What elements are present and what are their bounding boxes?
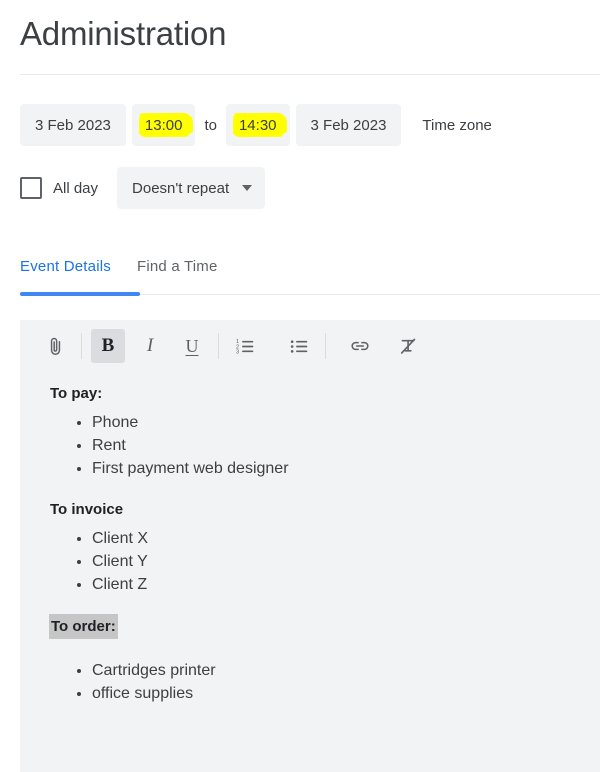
- formatting-toolbar: B I U 1 2 3: [20, 320, 600, 372]
- description-content[interactable]: To pay: Phone Rent First payment web des…: [20, 372, 600, 705]
- all-day-label[interactable]: All day: [53, 180, 98, 197]
- note-heading-to-pay: To pay:: [50, 385, 103, 402]
- toolbar-divider-2: [218, 333, 219, 359]
- underline-glyph: U: [185, 335, 199, 356]
- schedule-row: 3 Feb 2023 13:00 to 14:30 3 Feb 2023 Tim…: [20, 104, 492, 146]
- tab-event-details[interactable]: Event Details: [20, 258, 111, 291]
- time-zone-button[interactable]: Time zone: [422, 117, 491, 134]
- bold-icon[interactable]: B: [91, 329, 125, 363]
- recurrence-value: Doesn't repeat: [132, 179, 230, 197]
- list-item: office supplies: [92, 682, 578, 705]
- all-day-checkbox[interactable]: [20, 177, 42, 199]
- toolbar-divider-3: [325, 333, 326, 359]
- note-list-to-order: Cartridges printer office supplies: [42, 659, 578, 705]
- link-icon[interactable]: [343, 329, 377, 363]
- start-time-field[interactable]: 13:00: [131, 104, 196, 146]
- page-title: Administration: [20, 15, 227, 52]
- list-item: Cartridges printer: [92, 659, 578, 682]
- tab-active-indicator: [20, 292, 140, 296]
- svg-text:3: 3: [236, 349, 239, 355]
- attach-icon[interactable]: [38, 329, 72, 363]
- chevron-down-icon: [242, 185, 253, 191]
- list-item: First payment web designer: [92, 457, 578, 480]
- note-list-to-invoice: Client X Client Y Client Z: [42, 527, 578, 596]
- end-date-field[interactable]: 3 Feb 2023: [295, 104, 402, 146]
- start-date-value: 3 Feb 2023: [35, 116, 111, 134]
- end-time-field[interactable]: 14:30: [225, 104, 290, 146]
- list-item: Client X: [92, 527, 578, 550]
- recurrence-select[interactable]: Doesn't repeat: [117, 167, 266, 209]
- list-item: Phone: [92, 411, 578, 434]
- end-time-value: 14:30: [238, 116, 277, 134]
- bulleted-list-icon[interactable]: [282, 329, 316, 363]
- list-item: Client Y: [92, 550, 578, 573]
- start-date-field[interactable]: 3 Feb 2023: [20, 104, 126, 146]
- note-heading-to-invoice: To invoice: [50, 501, 124, 518]
- clear-formatting-icon[interactable]: [391, 329, 425, 363]
- tab-find-a-time[interactable]: Find a Time: [137, 258, 218, 291]
- underline-icon[interactable]: U: [175, 329, 209, 363]
- event-options-row: All day Doesn't repeat: [20, 166, 266, 210]
- title-divider: [20, 74, 600, 75]
- start-time-highlight: 13:00: [142, 116, 186, 135]
- note-heading-to-order: To order:: [49, 614, 118, 639]
- time-range-separator: to: [204, 116, 217, 134]
- description-editor[interactable]: B I U 1 2 3 To pay: • Phone • Rent • Fir…: [20, 320, 600, 772]
- end-time-highlight: 14:30: [236, 116, 280, 135]
- start-time-value: 13:00: [144, 116, 183, 134]
- tab-bar: Event Details Find a Time: [20, 258, 218, 291]
- italic-glyph: I: [146, 335, 154, 356]
- note-list-to-pay: Phone Rent First payment web designer: [42, 411, 578, 480]
- list-item: Rent: [92, 434, 578, 457]
- toolbar-divider-1: [81, 333, 82, 359]
- bold-glyph: B: [101, 335, 115, 356]
- end-date-value: 3 Feb 2023: [310, 116, 387, 134]
- italic-icon[interactable]: I: [133, 329, 167, 363]
- list-item: Client Z: [92, 573, 578, 596]
- numbered-list-icon[interactable]: 1 2 3: [228, 329, 262, 363]
